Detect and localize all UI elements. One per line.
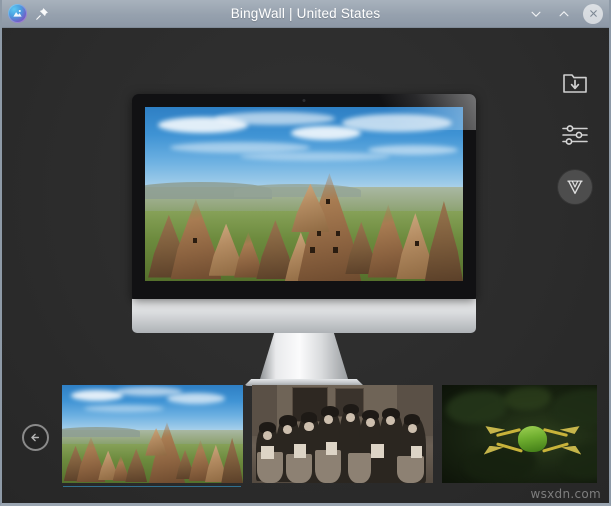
- previous-button[interactable]: [22, 424, 49, 451]
- wallpaper-preview-image[interactable]: [145, 107, 463, 281]
- monitor-preview: [132, 94, 476, 386]
- thumbnail-strip: [62, 385, 597, 487]
- cappadocia-scene-thumb: [62, 385, 243, 483]
- monitor-stand-neck: [260, 333, 348, 379]
- thumbnail-cappadocia[interactable]: [62, 385, 243, 487]
- save-wallpaper-button[interactable]: [556, 66, 594, 100]
- window-title: BingWall | United States: [230, 6, 381, 21]
- monitor-bezel: [132, 94, 476, 299]
- set-wallpaper-button[interactable]: [558, 170, 592, 204]
- maximize-button[interactable]: [555, 5, 573, 23]
- thumbnail-suffragettes[interactable]: [252, 385, 433, 483]
- flying-frog-scene-thumb: [442, 385, 597, 483]
- side-toolbar: [553, 66, 597, 204]
- settings-button[interactable]: [556, 118, 594, 152]
- watermark: wsxdn.com: [530, 487, 601, 501]
- thumbnail-image: [252, 385, 433, 483]
- thumbnail-selected-indicator: [63, 486, 241, 487]
- thumbnail-image: [62, 385, 243, 483]
- close-button[interactable]: [583, 3, 603, 24]
- pin-icon[interactable]: [33, 5, 51, 23]
- thumbnail-flying-frog[interactable]: [442, 385, 597, 483]
- bingwall-app-icon: [8, 4, 27, 23]
- cappadocia-scene: [145, 107, 463, 281]
- titlebar-left-controls: [8, 4, 51, 23]
- monitor-chin: [132, 299, 476, 333]
- titlebar: BingWall | United States: [2, 0, 609, 28]
- main-content: wsxdn.com: [2, 28, 609, 503]
- titlebar-window-controls: [527, 3, 603, 24]
- thumbnail-image: [442, 385, 597, 483]
- webcam-dot: [302, 99, 306, 102]
- suffragette-scene-thumb: [252, 385, 433, 483]
- app-window: BingWall | United States wsxdn.com: [0, 0, 611, 506]
- minimize-button[interactable]: [527, 5, 545, 23]
